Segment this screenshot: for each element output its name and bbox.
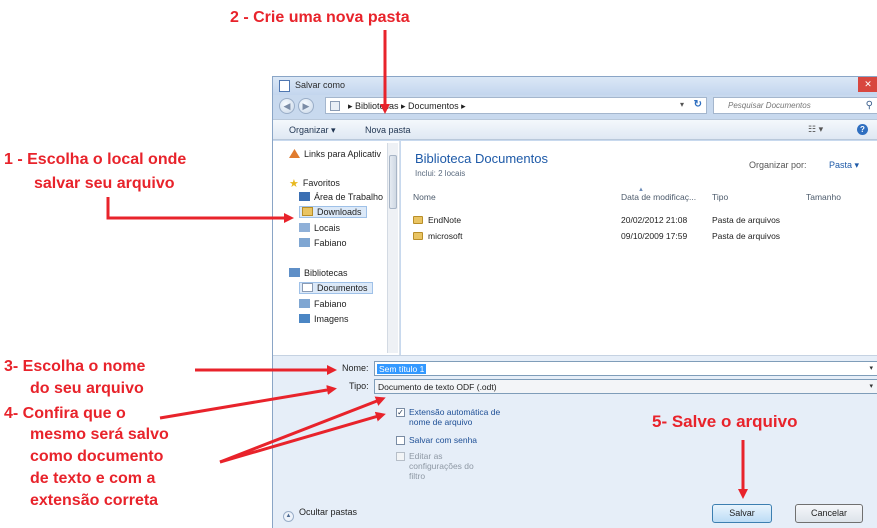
step2-annotation: 2 - Crie uma nova pasta bbox=[230, 9, 410, 26]
file-type-value: Documento de texto ODF (.odt) bbox=[378, 382, 497, 392]
organize-by-label: Organizar por: bbox=[749, 160, 807, 170]
sidebar-item-desktop[interactable]: Área de Trabalho bbox=[299, 192, 383, 202]
user-folder-icon bbox=[299, 238, 310, 247]
view-options-icon[interactable]: ☷ ▾ bbox=[808, 124, 823, 135]
sidebar-item-images[interactable]: Imagens bbox=[299, 314, 349, 324]
file-name-value: Sem título 1 bbox=[377, 364, 427, 374]
sidebar-item-places[interactable]: Locais bbox=[299, 223, 340, 233]
sidebar-scrollbar[interactable] bbox=[387, 143, 398, 353]
file-type: Pasta de arquivos bbox=[712, 231, 781, 241]
sidebar-item-documents[interactable]: Documentos bbox=[299, 282, 373, 294]
save-password-checkbox[interactable]: Salvar com senha bbox=[396, 435, 477, 445]
column-header-size[interactable]: Tamanho bbox=[806, 192, 841, 202]
step1-annotation-line2: salvar seu arquivo bbox=[34, 175, 175, 192]
user-folder-icon bbox=[299, 299, 310, 308]
forward-icon[interactable]: ▶ bbox=[298, 98, 314, 114]
libraries-icon bbox=[289, 268, 300, 277]
search-box[interactable]: ⚲ bbox=[713, 97, 877, 114]
search-input[interactable] bbox=[714, 98, 859, 113]
new-folder-button[interactable]: Nova pasta bbox=[365, 125, 411, 135]
cancel-button[interactable]: Cancelar bbox=[795, 504, 863, 523]
save-options-area: Nome: Sem título 1 ▾ Tipo: Documento de … bbox=[273, 355, 877, 528]
sidebar-item-libraries[interactable]: Bibliotecas bbox=[289, 268, 348, 278]
checkbox-box[interactable] bbox=[396, 436, 405, 445]
scrollbar-thumb[interactable] bbox=[389, 155, 397, 209]
edit-filter-label: Editar as configurações do filtro bbox=[409, 451, 474, 481]
arrow-step1 bbox=[106, 197, 294, 223]
checkbox-box bbox=[396, 452, 405, 461]
file-row[interactable]: microsoft 09/10/2009 17:59 Pasta de arqu… bbox=[413, 230, 873, 244]
file-date: 09/10/2009 17:59 bbox=[621, 231, 688, 241]
navigation-pane: Links para Aplicativ ★ Favoritos Área de … bbox=[273, 141, 400, 355]
file-name-input[interactable]: Sem título 1 ▾ bbox=[374, 361, 877, 376]
step4-annotation-line4: de texto e com a bbox=[30, 470, 156, 487]
star-icon: ★ bbox=[289, 178, 299, 190]
search-icon[interactable]: ⚲ bbox=[866, 100, 873, 111]
refresh-icon[interactable]: ↻ bbox=[694, 99, 702, 110]
toolbar: Organizar ▾ Nova pasta ☷ ▾ ? bbox=[273, 119, 877, 140]
sidebar-item-fabiano-library[interactable]: Fabiano bbox=[299, 299, 347, 309]
step4-annotation-line1: 4- Confira que o bbox=[4, 405, 126, 422]
address-bar[interactable]: ▸ Bibliotecas ▸ Documentos ▸ ▾ ↻ bbox=[325, 97, 707, 114]
step4-annotation-line2: mesmo será salvo bbox=[30, 426, 169, 443]
hide-folders-button[interactable]: ▲ Ocultar pastas bbox=[283, 507, 357, 522]
close-button[interactable]: ✕ bbox=[858, 77, 877, 92]
chevron-down-icon[interactable]: ▾ bbox=[680, 100, 684, 109]
library-includes-link[interactable]: Inclui: 2 locais bbox=[415, 169, 465, 178]
organize-button[interactable]: Organizar ▾ bbox=[289, 125, 336, 136]
edit-filter-checkbox: Editar as configurações do filtro bbox=[396, 451, 486, 481]
step4-annotation-line5: extensão correta bbox=[30, 492, 159, 509]
help-icon[interactable]: ? bbox=[857, 124, 868, 135]
desktop-icon bbox=[299, 192, 310, 201]
document-icon bbox=[279, 80, 290, 92]
chevron-down-icon[interactable]: ▾ bbox=[869, 382, 873, 390]
column-header-type[interactable]: Tipo bbox=[712, 192, 728, 202]
sidebar-item-downloads[interactable]: Downloads bbox=[299, 206, 367, 218]
column-header-name[interactable]: Nome bbox=[413, 192, 436, 202]
file-type-select[interactable]: Documento de texto ODF (.odt) ▾ bbox=[374, 379, 877, 394]
images-icon bbox=[299, 314, 310, 323]
step5-annotation: 5- Salve o arquivo bbox=[652, 412, 798, 431]
back-icon[interactable]: ◀ bbox=[279, 98, 295, 114]
step3-annotation-line2: do seu arquivo bbox=[30, 380, 144, 397]
folder-location-icon bbox=[330, 101, 340, 111]
step4-annotation-line3: como documento bbox=[30, 448, 164, 465]
folder-icon bbox=[413, 232, 423, 240]
address-row: ◀ ▶ ▸ Bibliotecas ▸ Documentos ▸ ▾ ↻ ⚲ bbox=[273, 95, 877, 117]
sidebar-item-fabiano[interactable]: Fabiano bbox=[299, 238, 347, 248]
dialog-title: Salvar como bbox=[295, 80, 346, 90]
folder-icon bbox=[413, 216, 423, 224]
file-date: 20/02/2012 21:08 bbox=[621, 215, 688, 225]
title-bar: Salvar como ✕ bbox=[273, 77, 877, 95]
file-type-label: Tipo: bbox=[349, 381, 369, 391]
file-row[interactable]: EndNote 20/02/2012 21:08 Pasta de arquiv… bbox=[413, 214, 873, 228]
chevron-up-icon: ▲ bbox=[283, 511, 294, 522]
save-button[interactable]: Salvar bbox=[712, 504, 772, 523]
step3-annotation-line1: 3- Escolha o nome bbox=[4, 358, 146, 375]
file-name: microsoft bbox=[428, 231, 463, 241]
places-icon bbox=[299, 223, 310, 232]
file-type: Pasta de arquivos bbox=[712, 215, 781, 225]
organize-by-dropdown[interactable]: Pasta ▾ bbox=[829, 160, 859, 171]
column-header-date[interactable]: Data de modificaç... bbox=[621, 192, 696, 202]
links-icon bbox=[289, 149, 300, 158]
step1-annotation-line1: 1 - Escolha o local onde bbox=[4, 151, 187, 168]
breadcrumb[interactable]: ▸ Bibliotecas ▸ Documentos ▸ bbox=[348, 101, 466, 112]
save-as-dialog: Salvar como ✕ ◀ ▶ ▸ Bibliotecas ▸ Docume… bbox=[272, 76, 877, 528]
sidebar-item-favorites[interactable]: ★ Favoritos bbox=[289, 177, 340, 190]
file-name: EndNote bbox=[428, 215, 462, 225]
auto-extension-label: Extensão automática de nome de arquivo bbox=[409, 407, 501, 427]
file-name-label: Nome: bbox=[342, 363, 369, 373]
checkbox-box[interactable]: ✓ bbox=[396, 408, 405, 417]
chevron-down-icon[interactable]: ▾ bbox=[869, 364, 873, 372]
documents-icon bbox=[302, 283, 313, 292]
auto-extension-checkbox[interactable]: ✓ Extensão automática de nome de arquivo bbox=[396, 407, 516, 427]
file-list-pane: Biblioteca Documentos Inclui: 2 locais O… bbox=[401, 141, 877, 355]
library-title: Biblioteca Documentos bbox=[415, 151, 548, 166]
save-password-label: Salvar com senha bbox=[409, 435, 478, 445]
downloads-icon bbox=[302, 207, 313, 216]
sidebar-item-links[interactable]: Links para Aplicativ bbox=[289, 149, 381, 159]
